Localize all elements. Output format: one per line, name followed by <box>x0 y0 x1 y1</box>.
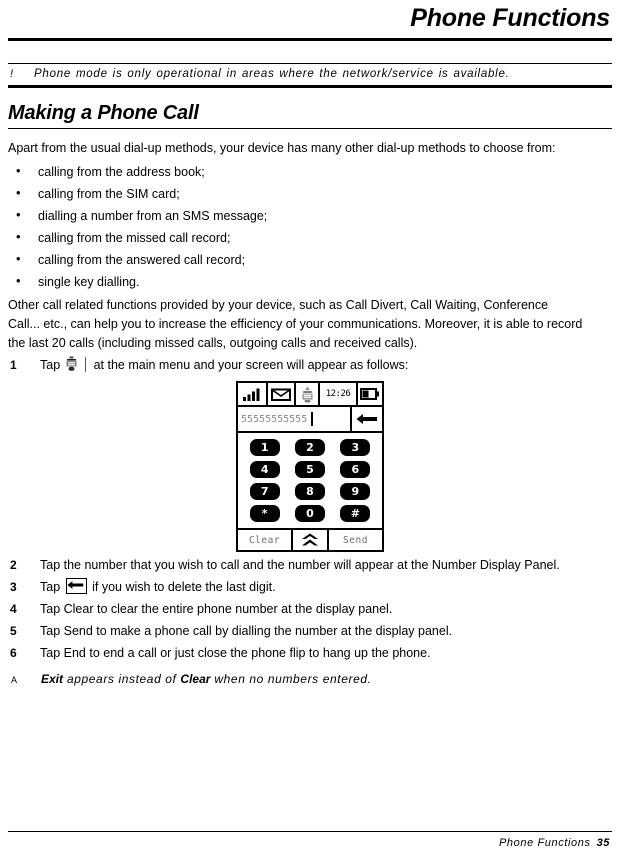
phone-keypad: 1 2 3 4 5 6 7 8 9 * 0 # <box>238 433 382 530</box>
dial-methods-list: calling from the address book; calling f… <box>8 160 612 293</box>
document-page: Phone Functions ! Phone mode is only ope… <box>0 0 620 859</box>
footer-text: Phone Functions 35 <box>8 832 612 849</box>
status-time: 12:26 <box>318 383 356 405</box>
step-4: 4 Tap Clear to clear the entire phone nu… <box>8 600 612 619</box>
page-title: Phone Functions <box>410 4 610 32</box>
signal-bars-icon <box>238 383 266 405</box>
step-text: Tap End to end a call or just close the … <box>40 646 431 660</box>
footer-page-number: 35 <box>596 837 610 849</box>
number-display-field[interactable]: 55555555555 <box>238 407 350 431</box>
key-5[interactable]: 5 <box>294 461 325 478</box>
step-5: 5 Tap Send to make a phone call by diall… <box>8 622 612 641</box>
backspace-icon <box>65 578 87 594</box>
step-number: 5 <box>10 624 17 638</box>
step-text: Tap Clear to clear the entire phone numb… <box>40 602 393 616</box>
section-rule <box>8 128 612 129</box>
list-item: calling from the missed call record; <box>8 226 612 249</box>
phone-app-icon <box>65 356 79 373</box>
step-text-post: at the main menu and your screen will ap… <box>93 358 409 372</box>
page-footer: Phone Functions 35 <box>8 831 612 849</box>
step-number: 4 <box>10 602 17 616</box>
keypad-row: 7 8 9 <box>242 483 378 500</box>
key-4[interactable]: 4 <box>249 461 280 478</box>
signal-bars-icon-glyph <box>243 388 260 401</box>
keypad-row: * 0 # <box>242 505 378 522</box>
battery-icon-glyph <box>360 388 379 400</box>
step-number: 6 <box>10 646 17 660</box>
phone-app-icon-glyph <box>66 356 77 371</box>
step-text: Tap Send to make a phone call by diallin… <box>40 624 453 638</box>
step-number: 1 <box>10 358 17 372</box>
step-text-post: if you wish to delete the last digit. <box>92 580 276 594</box>
tip-tail: when no numbers entered. <box>210 672 372 686</box>
key-hash[interactable]: # <box>340 505 371 522</box>
keypad-row: 4 5 6 <box>242 461 378 478</box>
header-rule-heavy <box>8 38 612 41</box>
list-item: dialling a number from an SMS message; <box>8 204 612 227</box>
list-item: calling from the answered call record; <box>8 248 612 271</box>
step-6: 6 Tap End to end a call or just close th… <box>8 644 612 663</box>
phone-screen-mockup: 12:26 55555555555 1 2 3 4 5 6 7 8 9 * 0 … <box>236 381 384 552</box>
phone-mockup-wrapper: 12:26 55555555555 1 2 3 4 5 6 7 8 9 * 0 … <box>8 381 612 552</box>
step-2: 2 Tap the number that you wish to call a… <box>8 556 612 575</box>
double-chevron-up-icon-glyph <box>302 533 318 546</box>
tip-bold-clear: Clear <box>180 672 211 686</box>
step-3: 3 Tap if you wish to delete the last dig… <box>8 578 612 597</box>
backspace-arrow-icon <box>356 414 377 424</box>
envelope-icon <box>266 383 294 405</box>
step-text: Tap if you wish to delete the last digit… <box>40 578 585 597</box>
step-text-pre: Tap <box>40 358 61 372</box>
envelope-icon-glyph <box>271 388 291 401</box>
list-item: calling from the address book; <box>8 160 612 183</box>
key-star[interactable]: * <box>249 505 280 522</box>
text-caret <box>311 412 314 426</box>
tip-callout: A Exit appears instead of Clear when no … <box>8 672 612 686</box>
step-text: Tap at the main menu and your screen wil… <box>40 356 585 375</box>
battery-icon <box>356 383 382 405</box>
key-3[interactable]: 3 <box>340 439 371 456</box>
backspace-key[interactable] <box>350 407 382 431</box>
step-number: 3 <box>10 580 17 594</box>
key-7[interactable]: 7 <box>249 483 280 500</box>
key-6[interactable]: 6 <box>340 461 371 478</box>
keypad-row: 1 2 3 <box>242 439 378 456</box>
softkey-clear[interactable]: Clear <box>238 530 291 550</box>
number-display-panel: 55555555555 <box>238 407 382 433</box>
footer-label: Phone Functions <box>499 837 591 849</box>
note-text: Phone mode is only operational in areas … <box>34 68 510 80</box>
inline-separator <box>85 357 87 372</box>
key-0[interactable]: 0 <box>294 505 325 522</box>
tip-text: Exit appears instead of Clear when no nu… <box>41 672 372 686</box>
key-8[interactable]: 8 <box>294 483 325 500</box>
softkey-send[interactable]: Send <box>329 530 382 550</box>
key-9[interactable]: 9 <box>340 483 371 500</box>
step-text-pre: Tap <box>40 580 61 594</box>
number-display-value: 55555555555 <box>241 413 308 425</box>
double-chevron-up-icon[interactable] <box>291 530 329 550</box>
list-item: single key dialling. <box>8 270 612 293</box>
tip-mid: appears instead of <box>63 672 181 686</box>
note-callout: ! Phone mode is only operational in area… <box>8 63 612 88</box>
phone-status-bar: 12:26 <box>238 383 382 407</box>
tip-mark: A <box>11 675 18 685</box>
alarm-icon-glyph <box>301 386 313 402</box>
section-heading: Making a Phone Call <box>8 102 199 124</box>
phone-softkey-bar: Clear Send <box>238 530 382 550</box>
step-text: Tap the number that you wish to call and… <box>40 558 560 572</box>
intro-paragraph: Apart from the usual dial-up methods, yo… <box>8 141 556 155</box>
step-1: 1 Tap at the main menu and your screen w… <box>8 356 612 375</box>
alarm-icon <box>294 383 318 405</box>
tip-bold-exit: Exit <box>41 672 64 686</box>
backspace-icon-glyph <box>67 581 83 589</box>
list-item: calling from the SIM card; <box>8 182 612 205</box>
outro-paragraph: Other call related functions provided by… <box>8 298 583 350</box>
note-mark: ! <box>10 68 14 80</box>
key-2[interactable]: 2 <box>294 439 325 456</box>
step-number: 2 <box>10 558 17 572</box>
key-1[interactable]: 1 <box>249 439 280 456</box>
